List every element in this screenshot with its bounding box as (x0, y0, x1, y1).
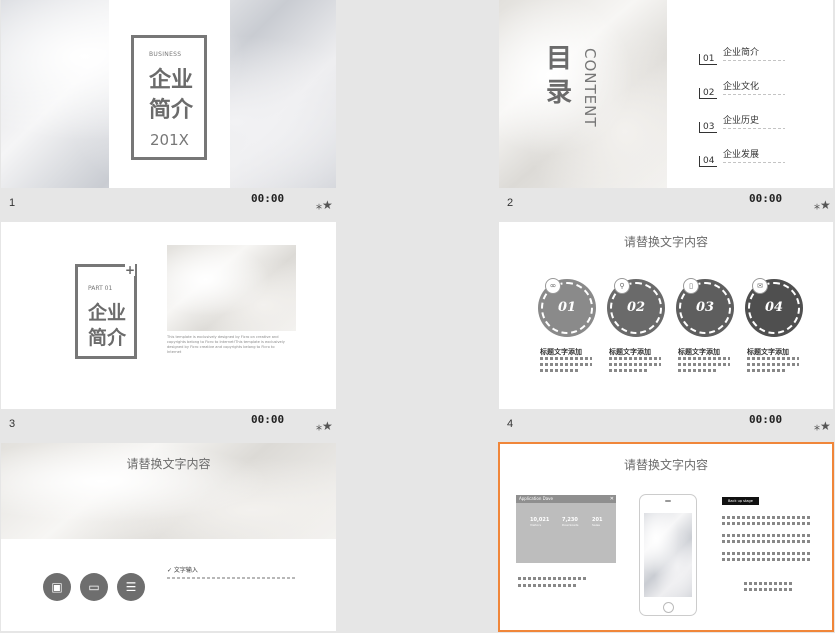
slide-1-business: BUSINESS (149, 51, 182, 58)
slide-6-badge: Back up stage (722, 497, 759, 505)
step-desc (540, 363, 592, 366)
monitor-icon: ▭ (80, 573, 108, 601)
slide-1-title-line2: 简介 (149, 98, 194, 123)
slide-1-year: 201X (150, 131, 189, 149)
slide-2-number: 2 (507, 197, 514, 209)
step-desc (678, 363, 730, 366)
toc-subtext-3 (723, 128, 785, 129)
stat-2: 7,230 Downloads (562, 517, 579, 527)
slide-4-timing: 00:00 (749, 413, 783, 426)
slide-1-timing: 00:00 (251, 192, 285, 205)
slide-6-text-line (722, 522, 812, 525)
step-desc (540, 369, 580, 372)
toc-number-box: 01 (699, 54, 718, 65)
stat-1: 10,021 Visitors (530, 517, 550, 527)
app-card: Application Dave ✕ 10,021 Visitors 7,230… (516, 495, 616, 563)
slide-2-content-word: CONTENT (581, 48, 599, 128)
app-card-header: Application Dave ✕ (516, 495, 616, 503)
slide-2-title-a: 目 (546, 44, 573, 74)
slide-thumbnail-5[interactable]: 请替换文字内容 ▣ ▭ ☰ ✓ 文字输入 (1, 443, 336, 631)
close-icon: ✕ (609, 496, 614, 502)
slide-6-text-line (722, 540, 812, 543)
toc-subtext-4 (723, 162, 785, 163)
step-desc (678, 357, 730, 360)
slide-3-body-text: This template is exclusively designed by… (167, 335, 285, 354)
toc-label: 企业历史 (723, 116, 760, 126)
slide-1-title-line1: 企业 (149, 68, 194, 93)
phone-mockup (639, 494, 697, 616)
phone-speaker (665, 500, 671, 502)
step-label: 标题文字添加 (540, 348, 582, 356)
stat-3: 201 Sales (592, 517, 603, 527)
slide-2-timing: 00:00 (749, 192, 783, 205)
slide-1-animation-star-icon[interactable]: ⁎★ (316, 198, 333, 212)
toc-item-2[interactable]: 02 企业文化 (699, 80, 759, 99)
phone-screen (644, 513, 692, 597)
chat-icon: ☰ (117, 573, 145, 601)
toc-number-box: 02 (699, 88, 718, 99)
phone-home-button (663, 602, 674, 613)
slide-3-title-line2: 简介 (88, 327, 127, 349)
app-card-caption (518, 577, 586, 580)
slide-6-text-line (722, 534, 812, 537)
slide-3-title-line1: 企业 (88, 302, 127, 324)
step-desc (609, 363, 661, 366)
slide-thumbnail-1[interactable]: BUSINESS 企业 简介 201X (1, 0, 336, 188)
slide-3-part: PART 01 (88, 285, 113, 292)
step-desc (678, 369, 718, 372)
slide-4-animation-star-icon[interactable]: ⁎★ (814, 419, 831, 433)
link-icon: ∞ (545, 278, 561, 294)
slide-6-text-line (722, 516, 812, 519)
step-desc (747, 357, 799, 360)
toc-subtext-2 (723, 94, 785, 95)
slide-4-number: 4 (507, 418, 514, 430)
slide-2-animation-star-icon[interactable]: ⁎★ (814, 198, 831, 212)
app-card-caption (518, 584, 576, 587)
slide-6-text-line (722, 558, 812, 561)
slide-3-number: 3 (9, 418, 16, 430)
slide-3-animation-star-icon[interactable]: ⁎★ (316, 419, 333, 433)
toc-label: 企业简介 (723, 48, 760, 58)
step-label: 标题文字添加 (678, 348, 720, 356)
step-desc (609, 357, 661, 360)
toc-item-3[interactable]: 03 企业历史 (699, 114, 759, 133)
slide-thumbnail-3[interactable]: + PART 01 企业 简介 This template is exclusi… (1, 222, 336, 409)
mail-icon: ✉ (752, 278, 768, 294)
toc-label: 企业发展 (723, 150, 760, 160)
document-icon: ▯ (683, 278, 699, 294)
slide-6-text-line (744, 588, 794, 591)
slide-5-heading: 请替换文字内容 (126, 457, 211, 471)
app-card-title: Application Dave (519, 496, 553, 501)
slide-thumbnail-2[interactable]: 目 录 CONTENT 01 企业简介 02 企业文化 03 企业历史 04 企… (499, 0, 833, 188)
slide-6-heading: 请替换文字内容 (623, 458, 708, 472)
slide-4-heading: 请替换文字内容 (623, 235, 708, 249)
step-desc (747, 363, 799, 366)
slide-3-timing: 00:00 (251, 413, 285, 426)
presentation-icon: ▣ (43, 573, 71, 601)
toc-label: 企业文化 (723, 82, 760, 92)
bike-icon: ⚲ (614, 278, 630, 294)
step-label: 标题文字添加 (747, 348, 789, 356)
slide-1-number: 1 (9, 197, 16, 209)
toc-number-box: 03 (699, 122, 718, 133)
toc-subtext-1 (723, 60, 785, 61)
toc-number-box: 04 (699, 156, 718, 167)
slide-thumbnail-4[interactable]: 请替换文字内容 01 ∞ 标题文字添加 02 ⚲ 标题文字添加 03 ▯ 标题文… (499, 222, 833, 409)
slide-2-title-b: 录 (546, 78, 573, 108)
slide-5-check-label: ✓ 文字输入 (167, 567, 198, 574)
slide-6-text-line (722, 552, 812, 555)
slide-thumbnail-6[interactable]: 请替换文字内容 Application Dave ✕ 10,021 Visito… (498, 442, 834, 632)
step-desc (747, 369, 787, 372)
slide-5-desc-line (167, 577, 297, 579)
slide-6-text-line (744, 582, 794, 585)
step-desc (540, 357, 592, 360)
toc-item-1[interactable]: 01 企业简介 (699, 46, 759, 65)
toc-item-4[interactable]: 04 企业发展 (699, 148, 759, 167)
step-desc (609, 369, 649, 372)
step-label: 标题文字添加 (609, 348, 651, 356)
slide-3-plus: + (125, 263, 136, 277)
slide-3-silk-image (167, 245, 296, 331)
